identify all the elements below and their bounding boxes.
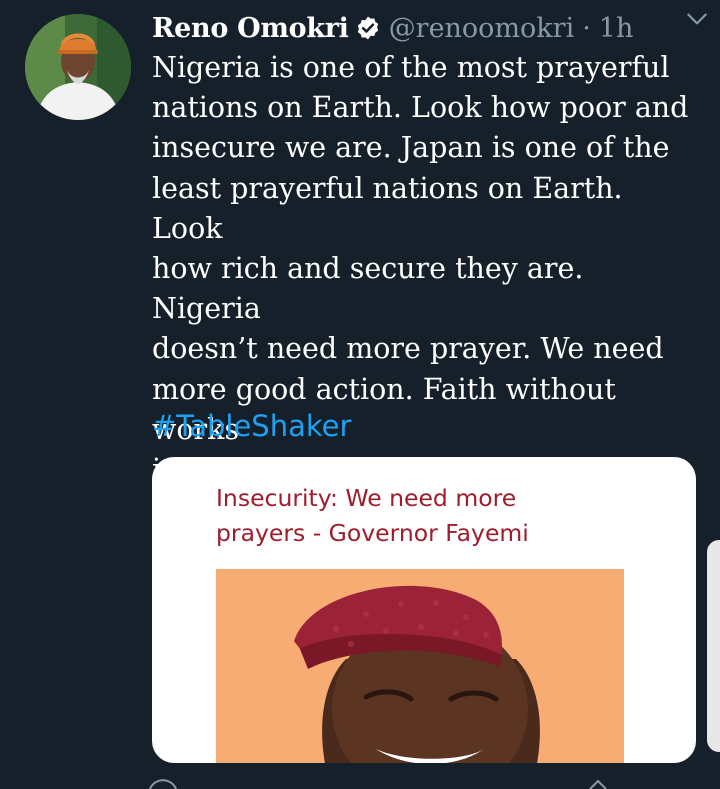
card-photo: [216, 569, 624, 763]
tweet-header: Reno Omokri @renoomokri · 1h: [152, 10, 700, 46]
author-name[interactable]: Reno Omokri: [152, 13, 349, 44]
avatar[interactable]: [25, 14, 131, 120]
media-card[interactable]: Insecurity: We need more prayers - Gover…: [152, 457, 696, 763]
separator-dot: ·: [582, 12, 591, 44]
hashtag-link[interactable]: #TableShaker: [152, 406, 351, 446]
author-handle[interactable]: @renoomokri: [389, 13, 575, 44]
card-headline: Insecurity: We need more prayers - Gover…: [216, 484, 529, 547]
next-media-peek[interactable]: [707, 540, 720, 752]
share-icon: [589, 779, 607, 789]
tweet-timestamp[interactable]: 1h: [599, 13, 634, 44]
governor-portrait: [216, 569, 624, 763]
reply-icon: [149, 779, 177, 789]
verified-badge-icon: [357, 16, 378, 40]
chevron-down-icon[interactable]: [684, 6, 710, 32]
action-bar-icons: [149, 779, 607, 789]
avatar-photo: [25, 14, 131, 120]
